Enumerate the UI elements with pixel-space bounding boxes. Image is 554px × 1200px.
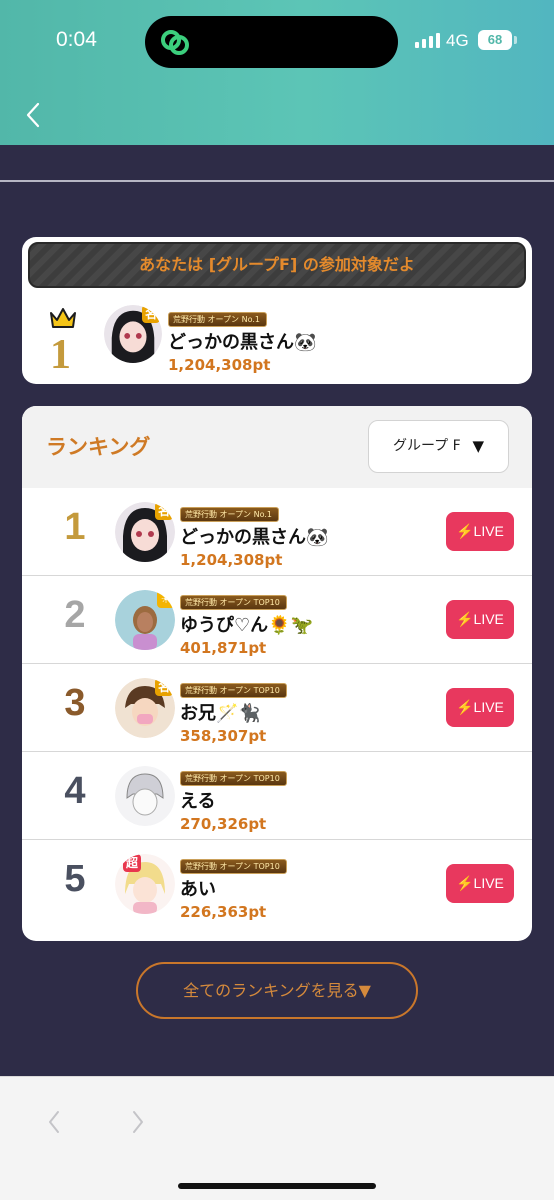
group-select-label: グループ F	[393, 438, 461, 454]
live-button[interactable]: ⚡LIVE	[446, 512, 514, 551]
home-indicator[interactable]	[178, 1183, 376, 1189]
lightning-icon: ⚡	[456, 523, 474, 539]
status-time: 0:04	[56, 28, 97, 51]
back-chevron-icon[interactable]	[22, 100, 44, 130]
sun-badge: ☀	[157, 590, 175, 608]
rank-number: 1	[64, 506, 86, 548]
signal-icon	[415, 33, 440, 48]
ranking-row[interactable]: 2 ☀ 荒野行動 オープン TOP10 ゆうぴ♡ん🌻🦖 401,871pt ⚡L…	[22, 576, 532, 664]
rank-number: 2	[64, 594, 86, 636]
ranking-header: ランキング グループ F ▼	[22, 406, 532, 488]
browser-toolbar	[0, 1076, 554, 1200]
dropdown-triangle-icon: ▼	[472, 437, 484, 455]
user-points: 270,326pt	[180, 815, 267, 833]
rank-tag: 荒野行動 オープン TOP10	[180, 683, 287, 698]
user-points: 358,307pt	[180, 727, 267, 745]
avatar-badge: 名	[142, 305, 160, 323]
ranking-row[interactable]: 4 荒野行動 オープン TOP10 える 270,326pt	[22, 752, 532, 840]
live-label: LIVE	[473, 699, 504, 715]
app-logo-icon	[161, 30, 189, 55]
user-name: どっかの黒さん🐼	[180, 527, 329, 548]
my-points: 1,204,308pt	[168, 356, 271, 374]
battery-icon: 68	[478, 30, 512, 50]
ranking-card: ランキング グループ F ▼ 1 名 荒野行動 オープン No.1 どっかの黒さ…	[22, 406, 532, 941]
rank-number: 4	[64, 770, 86, 812]
app-header: 0:04 4G 68	[0, 0, 554, 145]
row-info: 荒野行動 オープン TOP10 える 270,326pt	[180, 766, 287, 833]
ranking-title: ランキング	[46, 435, 151, 459]
avatar-badge: 名	[155, 678, 173, 696]
ranking-row[interactable]: 5 超 荒野行動 オープン TOP10 あい 226,363pt ⚡LIVE	[22, 840, 532, 928]
user-name: える	[180, 791, 216, 812]
lightning-icon: ⚡	[456, 611, 474, 627]
row-info: 荒野行動 オープン TOP10 ゆうぴ♡ん🌻🦖 401,871pt	[180, 590, 313, 657]
avatar-badge: 超	[123, 854, 141, 872]
user-avatar[interactable]: 名	[115, 678, 175, 738]
view-all-ranking-button[interactable]: 全てのランキングを見る▼	[136, 962, 418, 1019]
live-label: LIVE	[473, 523, 504, 539]
network-type: 4G	[446, 31, 469, 50]
row-info: 荒野行動 オープン TOP10 お兄🪄🐈‍⬛ 358,307pt	[180, 678, 287, 745]
user-avatar[interactable]: ☀	[115, 590, 175, 650]
row-info: 荒野行動 オープン No.1 どっかの黒さん🐼 1,204,308pt	[180, 502, 328, 569]
user-name: お兄🪄🐈‍⬛	[180, 703, 261, 724]
rank-tag: 荒野行動 オープン TOP10	[180, 595, 287, 610]
avatar-image	[115, 766, 175, 826]
crown-icon	[50, 308, 76, 328]
forward-arrow-icon[interactable]	[128, 1107, 148, 1137]
live-label: LIVE	[473, 875, 504, 891]
rank-number: 3	[64, 682, 86, 724]
user-name: あい	[180, 879, 216, 900]
user-avatar[interactable]: 名	[115, 502, 175, 562]
lightning-icon: ⚡	[456, 699, 474, 715]
live-label: LIVE	[473, 611, 504, 627]
rank-number: 5	[64, 858, 86, 900]
rank-tag: 荒野行動 オープン No.1	[168, 312, 267, 327]
my-entry-card: あなたは [グループF] の参加対象だよ 1 名 荒野行動 オープン No.1 …	[22, 237, 532, 384]
my-avatar[interactable]: 名	[104, 305, 162, 363]
my-rank-number: 1	[50, 332, 71, 378]
live-button[interactable]: ⚡LIVE	[446, 688, 514, 727]
ranking-row[interactable]: 3 名 荒野行動 オープン TOP10 お兄🪄🐈‍⬛ 358,307pt ⚡LI…	[22, 664, 532, 752]
user-points: 401,871pt	[180, 639, 267, 657]
row-info: 荒野行動 オープン TOP10 あい 226,363pt	[180, 854, 287, 921]
my-entry-info: 荒野行動 オープン No.1 どっかの黒さん🐼 1,204,308pt	[168, 307, 316, 374]
user-points: 1,204,308pt	[180, 551, 283, 569]
group-select[interactable]: グループ F ▼	[368, 420, 509, 473]
user-avatar[interactable]	[115, 766, 175, 826]
live-button[interactable]: ⚡LIVE	[446, 864, 514, 903]
battery-tip	[514, 36, 517, 44]
user-points: 226,363pt	[180, 903, 267, 921]
rank-tag: 荒野行動 オープン No.1	[180, 507, 279, 522]
header-divider	[0, 180, 554, 182]
dynamic-island	[145, 16, 398, 68]
rank-tag: 荒野行動 オープン TOP10	[180, 771, 287, 786]
lightning-icon: ⚡	[456, 875, 474, 891]
back-arrow-icon[interactable]	[44, 1107, 64, 1137]
ranking-row[interactable]: 1 名 荒野行動 オープン No.1 どっかの黒さん🐼 1,204,308pt …	[22, 488, 532, 576]
user-avatar[interactable]: 超	[115, 854, 175, 914]
my-name: どっかの黒さん🐼	[168, 332, 317, 353]
live-button[interactable]: ⚡LIVE	[446, 600, 514, 639]
avatar-badge: 名	[155, 502, 173, 520]
user-name: ゆうぴ♡ん🌻🦖	[180, 615, 313, 636]
group-banner: あなたは [グループF] の参加対象だよ	[28, 242, 526, 288]
rank-tag: 荒野行動 オープン TOP10	[180, 859, 287, 874]
